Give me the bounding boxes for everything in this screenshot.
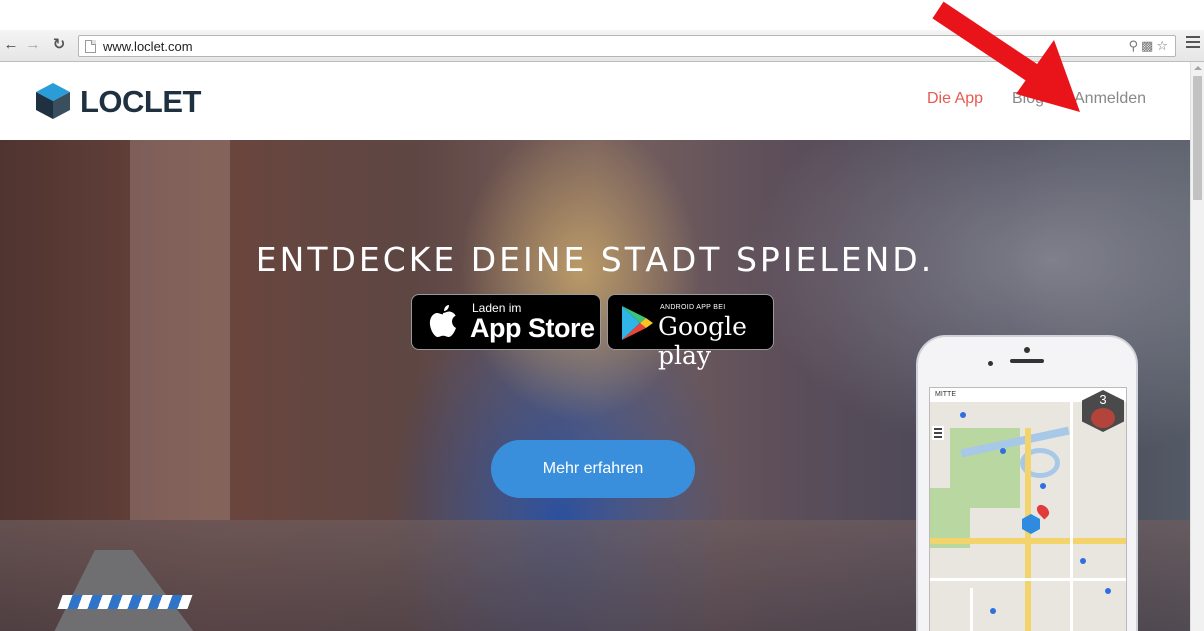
location-pin-icon[interactable] [1034, 502, 1052, 520]
logo-cube-icon[interactable] [33, 81, 73, 121]
map-street [970, 588, 973, 631]
omnibox-icons: ⚲▩☆ [1129, 38, 1171, 54]
scrollbar-thumb[interactable] [1193, 76, 1202, 200]
map-menu-icon[interactable] [932, 426, 944, 440]
phone-camera [1024, 347, 1030, 353]
menu-icon[interactable] [1186, 36, 1200, 48]
hero-section: ENTDECKE DEINE STADT SPIELEND. Laden im … [0, 140, 1190, 631]
logo-text[interactable]: LOCLET [80, 84, 202, 120]
scroll-up-arrow-icon[interactable] [1194, 66, 1202, 70]
map-street [930, 578, 1126, 581]
phone-screen-map: MITTE 3 [929, 387, 1127, 631]
phone-sensor [988, 361, 993, 366]
app-store-button[interactable]: Laden im App Store [411, 294, 601, 350]
map-marker[interactable] [1080, 558, 1086, 564]
back-icon[interactable]: ← [2, 36, 20, 54]
translate-icon[interactable]: ▩ [1141, 38, 1156, 53]
google-play-small-text: ANDROID APP BEI [660, 304, 726, 311]
google-play-button[interactable]: ANDROID APP BEI Google play [607, 294, 774, 370]
phone-speaker [1010, 359, 1044, 363]
avatar [1091, 408, 1115, 428]
url-text[interactable]: www.loclet.com [103, 39, 193, 54]
hero-headline: ENTDECKE DEINE STADT SPIELEND. [255, 240, 935, 279]
map-marker[interactable] [1105, 588, 1111, 594]
map-marker[interactable] [1000, 448, 1006, 454]
app-store-big-text: App Store [470, 313, 595, 343]
map-marker[interactable] [990, 608, 996, 614]
google-play-icon [622, 306, 653, 340]
phone-mockup: MITTE 3 [916, 335, 1138, 631]
mascot-scarf [57, 595, 193, 609]
map-street [1070, 402, 1073, 631]
zoom-icon[interactable]: ⚲ [1129, 38, 1142, 53]
map-marker[interactable] [1040, 483, 1046, 489]
annotation-arrow-icon [932, 1, 1080, 112]
forward-icon[interactable]: → [24, 36, 42, 54]
map-marker[interactable] [960, 412, 966, 418]
google-play-big-text: Google play [658, 312, 747, 370]
mehr-erfahren-button[interactable]: Mehr erfahren [491, 440, 695, 498]
reload-icon[interactable]: ↻ [50, 36, 68, 54]
page-icon [85, 40, 96, 53]
apple-icon [429, 305, 456, 337]
star-icon[interactable]: ☆ [1156, 38, 1171, 53]
page-scrollbar[interactable] [1190, 62, 1204, 631]
